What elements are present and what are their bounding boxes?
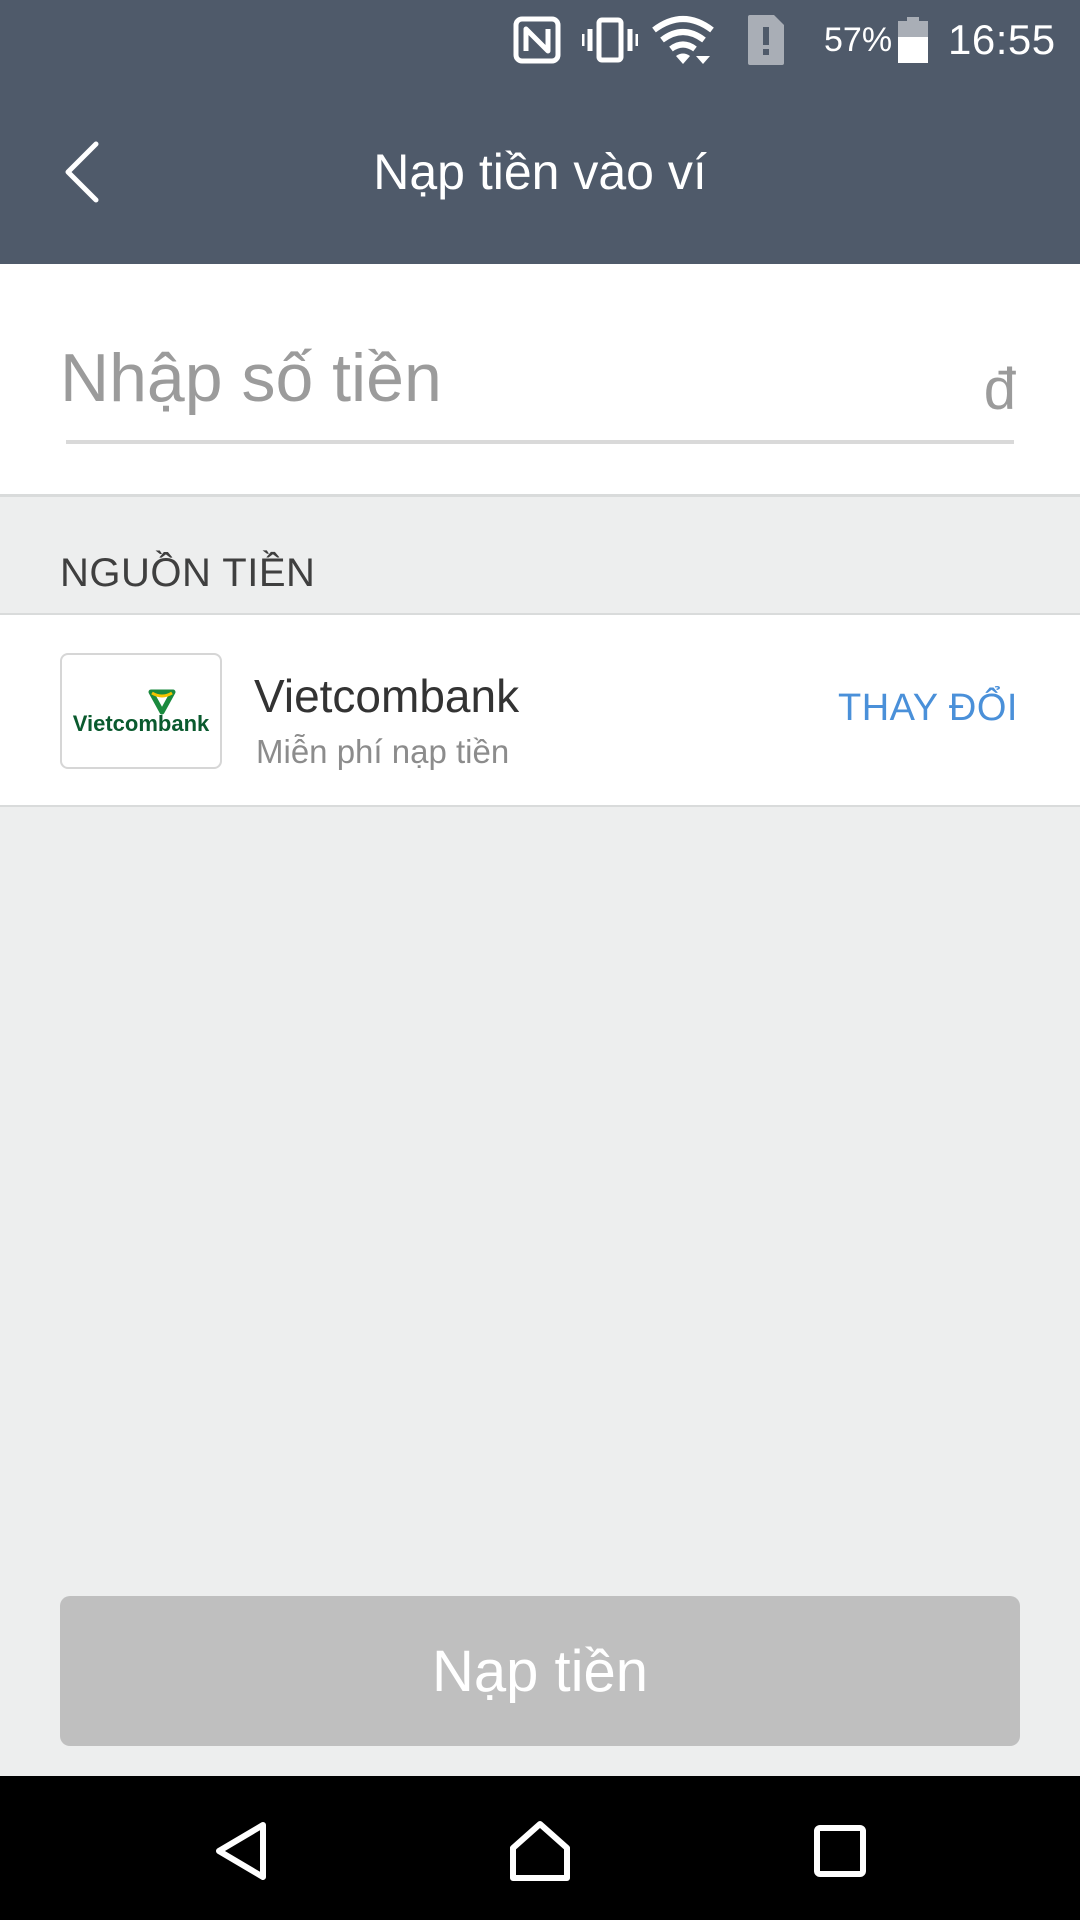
- amount-input[interactable]: [60, 328, 960, 428]
- back-button[interactable]: [40, 130, 124, 214]
- battery-icon: [898, 12, 928, 68]
- chevron-left-icon: [65, 141, 99, 203]
- nav-home-button[interactable]: [495, 1806, 585, 1896]
- source-section-header: NGUỒN TIỀN: [0, 497, 1080, 615]
- status-bar: 57% 16:55: [0, 0, 1080, 80]
- nav-recents-icon: [814, 1825, 866, 1877]
- nav-back-icon: [216, 1822, 266, 1880]
- bank-logo-text: Vietcombank: [73, 711, 210, 736]
- wifi-icon: [652, 12, 714, 68]
- screen: 57% 16:55 Nạp tiền vào ví đ NGUỒN TIỀN: [0, 0, 1080, 1920]
- navigation-bar: [0, 1776, 1080, 1920]
- battery-percent: 57%: [824, 20, 893, 59]
- funding-source-row[interactable]: Vietcombank Vietcombank Miễn phí nạp tiề…: [0, 615, 1080, 807]
- nfc-icon: [512, 12, 562, 68]
- bank-name: Vietcombank: [254, 670, 520, 722]
- amount-section: đ: [0, 264, 1080, 497]
- sim-alert-icon: [746, 12, 786, 68]
- status-time: 16:55: [948, 16, 1056, 63]
- vibrate-icon: [582, 12, 638, 68]
- deposit-button[interactable]: Nạp tiền: [60, 1596, 1020, 1746]
- nav-back-button[interactable]: [196, 1806, 286, 1896]
- vietcombank-logo: Vietcombank: [60, 653, 222, 769]
- page-title: Nạp tiền vào ví: [373, 144, 707, 200]
- nav-recents-button[interactable]: [795, 1806, 885, 1896]
- app-bar: Nạp tiền vào ví: [0, 80, 1080, 264]
- bank-fee-note: Miễn phí nạp tiền: [256, 733, 510, 770]
- amount-underline: [66, 440, 1014, 444]
- source-header-label: NGUỒN TIỀN: [60, 551, 316, 595]
- nav-home-icon: [510, 1821, 570, 1881]
- change-source-button[interactable]: THAY ĐỔI: [838, 687, 1018, 730]
- currency-symbol: đ: [983, 357, 1016, 422]
